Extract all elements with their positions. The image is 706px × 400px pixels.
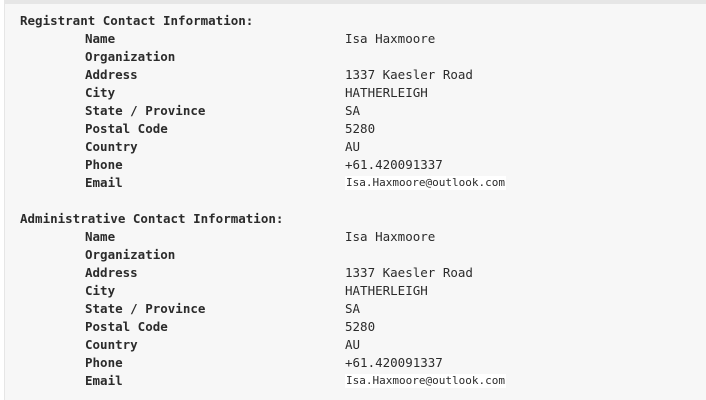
registrant-email-row: Email Isa.Haxmoore@outlook.com bbox=[20, 174, 506, 192]
whois-panel: Registrant Contact Information: Name Isa… bbox=[4, 0, 706, 400]
registrant-name-value: Isa Haxmoore bbox=[345, 31, 436, 46]
admin-state-row: State / Province SA bbox=[20, 300, 360, 318]
admin-postal-code-row: Postal Code 5280 bbox=[20, 318, 375, 336]
registrant-name-label: Name bbox=[85, 31, 116, 46]
registrant-name-row: Name Isa Haxmoore bbox=[20, 30, 435, 48]
registrant-country-row: Country AU bbox=[20, 138, 360, 156]
registrant-email-value: Isa.Haxmoore@outlook.com bbox=[345, 176, 506, 190]
admin-state-value: SA bbox=[345, 301, 361, 316]
registrant-address-row: Address 1337 Kaesler Road bbox=[20, 66, 473, 84]
registrant-city-label: City bbox=[85, 85, 116, 100]
registrant-state-row: State / Province SA bbox=[20, 102, 360, 120]
admin-name-label: Name bbox=[85, 229, 116, 244]
registrant-postal-code-row: Postal Code 5280 bbox=[20, 120, 375, 138]
admin-country-value: AU bbox=[345, 337, 361, 352]
admin-phone-value: +61.420091337 bbox=[345, 355, 443, 370]
registrant-email-label: Email bbox=[85, 175, 123, 190]
registrant-country-value: AU bbox=[345, 139, 361, 154]
admin-city-label: City bbox=[85, 283, 116, 298]
registrant-section-title: Registrant Contact Information: bbox=[20, 13, 254, 28]
registrant-organization-label: Organization bbox=[85, 49, 176, 64]
admin-email-row: Email Isa.Haxmoore@outlook.com bbox=[20, 372, 506, 390]
registrant-organization-row: Organization bbox=[20, 48, 283, 66]
registrant-phone-row: Phone +61.420091337 bbox=[20, 156, 443, 174]
admin-postal-code-value: 5280 bbox=[345, 319, 376, 334]
registrant-phone-label: Phone bbox=[85, 157, 123, 172]
administrative-section-title: Administrative Contact Information: bbox=[20, 211, 284, 226]
admin-phone-label: Phone bbox=[85, 355, 123, 370]
registrant-postal-code-label: Postal Code bbox=[85, 121, 168, 136]
admin-organization-row: Organization bbox=[20, 246, 283, 264]
registrant-address-value: 1337 Kaesler Road bbox=[345, 67, 473, 82]
admin-email-label: Email bbox=[85, 373, 123, 388]
registrant-address-label: Address bbox=[85, 67, 138, 82]
admin-name-value: Isa Haxmoore bbox=[345, 229, 436, 244]
admin-state-label: State / Province bbox=[85, 301, 206, 316]
admin-phone-row: Phone +61.420091337 bbox=[20, 354, 443, 372]
registrant-phone-value: +61.420091337 bbox=[345, 157, 443, 172]
admin-country-label: Country bbox=[85, 337, 138, 352]
admin-name-row: Name Isa Haxmoore bbox=[20, 228, 435, 246]
admin-email-value: Isa.Haxmoore@outlook.com bbox=[345, 374, 506, 388]
registrant-country-label: Country bbox=[85, 139, 138, 154]
registrant-state-value: SA bbox=[345, 103, 361, 118]
admin-country-row: Country AU bbox=[20, 336, 360, 354]
admin-address-value: 1337 Kaesler Road bbox=[345, 265, 473, 280]
admin-city-value: HATHERLEIGH bbox=[345, 283, 428, 298]
registrant-state-label: State / Province bbox=[85, 103, 206, 118]
registrant-city-row: City HATHERLEIGH bbox=[20, 84, 428, 102]
admin-postal-code-label: Postal Code bbox=[85, 319, 168, 334]
admin-city-row: City HATHERLEIGH bbox=[20, 282, 428, 300]
registrant-city-value: HATHERLEIGH bbox=[345, 85, 428, 100]
whois-record: Registrant Contact Information: Name Isa… bbox=[20, 12, 506, 390]
admin-organization-label: Organization bbox=[85, 247, 176, 262]
admin-address-label: Address bbox=[85, 265, 138, 280]
registrant-postal-code-value: 5280 bbox=[345, 121, 376, 136]
admin-address-row: Address 1337 Kaesler Road bbox=[20, 264, 473, 282]
